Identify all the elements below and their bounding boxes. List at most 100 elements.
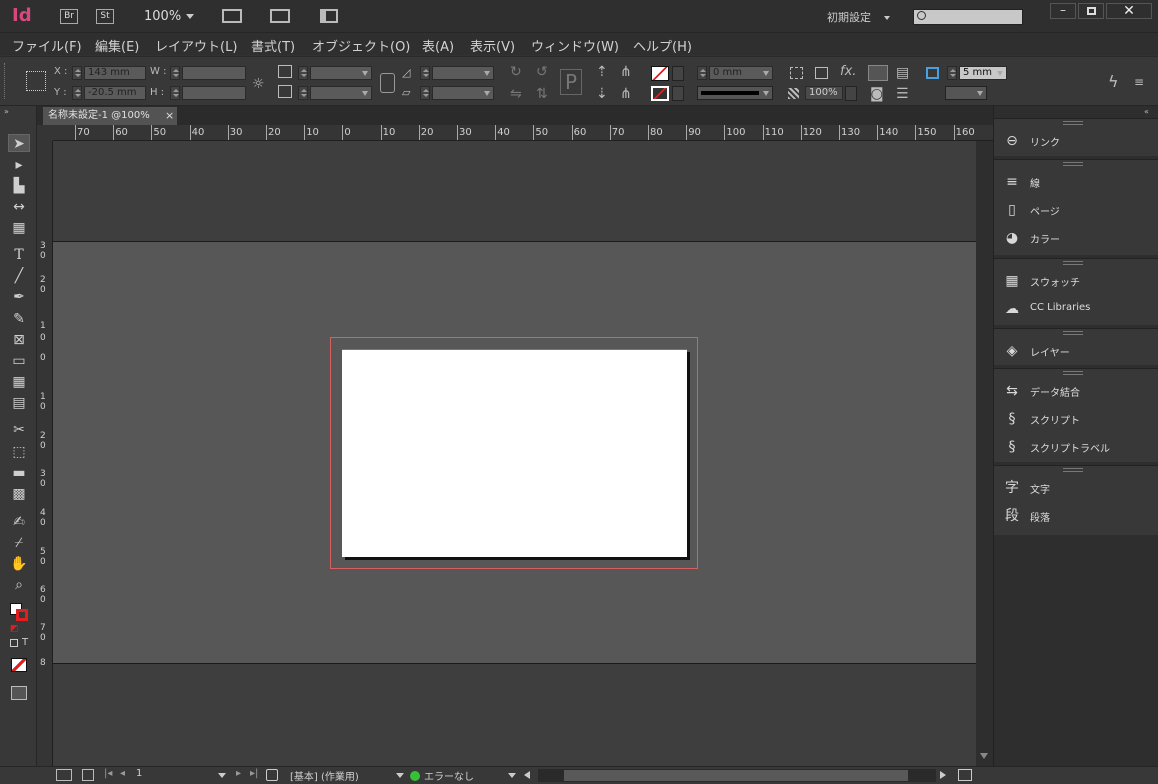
menu-view[interactable]: 表示(V) bbox=[470, 36, 515, 55]
scroll-left-icon[interactable] bbox=[524, 771, 530, 779]
text-wrap-jump-icon[interactable]: ☰ bbox=[896, 87, 909, 101]
open-page-icon[interactable] bbox=[82, 769, 94, 781]
select-container-icon[interactable]: ⇡ bbox=[596, 65, 608, 79]
screen-mode-normal-icon[interactable] bbox=[11, 686, 27, 700]
quick-apply-lightning-icon[interactable]: ϟ bbox=[1108, 74, 1119, 90]
x-position-field[interactable]: 143 mm bbox=[84, 66, 146, 80]
frame-fitting-icon[interactable] bbox=[815, 67, 828, 79]
rotate-cw-icon[interactable]: ↻ bbox=[510, 65, 522, 79]
corner-shape-dropdown[interactable] bbox=[945, 86, 987, 100]
grid-tool-icon[interactable]: ▤ bbox=[8, 394, 30, 412]
gap-tool-icon[interactable]: ↔ bbox=[8, 198, 30, 216]
panel-item-swatches[interactable]: ▦ スウォッチ bbox=[1002, 270, 1152, 292]
next-page-icon[interactable]: ▸ bbox=[236, 768, 241, 779]
w-stepper[interactable] bbox=[170, 66, 180, 80]
menu-edit[interactable]: 編集(E) bbox=[95, 36, 139, 55]
width-field[interactable] bbox=[182, 66, 246, 80]
link-proportions-icon[interactable] bbox=[380, 73, 395, 93]
view-options-icon[interactable] bbox=[222, 9, 242, 23]
hand-tool-icon[interactable]: ✋ bbox=[8, 555, 30, 573]
scale-x-field[interactable] bbox=[310, 66, 372, 80]
fill-stroke-swatch-icon[interactable] bbox=[10, 603, 28, 621]
vertical-scrollbar[interactable] bbox=[976, 141, 993, 766]
close-tab-icon[interactable]: × bbox=[165, 107, 174, 125]
fill-swatch-icon[interactable] bbox=[651, 66, 669, 81]
close-icon[interactable]: ✕ bbox=[1106, 3, 1152, 19]
menu-layout[interactable]: レイアウト(L) bbox=[155, 36, 237, 55]
rotate-ccw-icon[interactable]: ↺ bbox=[536, 65, 548, 79]
previous-page-icon[interactable]: ◂ bbox=[120, 768, 125, 779]
document-tab[interactable]: 名称未設定-1 @100% × bbox=[43, 107, 177, 125]
rectangle-frame-tool-icon[interactable]: ⊠ bbox=[8, 331, 30, 349]
preflight-menu-icon[interactable] bbox=[508, 773, 516, 778]
horizontal-scrollbar[interactable] bbox=[538, 769, 936, 782]
opacity-menu-arrow-icon[interactable] bbox=[845, 86, 857, 101]
scale-y-field[interactable] bbox=[310, 86, 372, 100]
preflight-dropdown-icon[interactable] bbox=[396, 773, 404, 778]
first-page-icon[interactable]: |◂ bbox=[104, 768, 112, 779]
menu-window[interactable]: ウィンドウ(W) bbox=[531, 36, 619, 55]
corner-options-icon[interactable] bbox=[926, 67, 939, 79]
page-view-icon[interactable] bbox=[266, 769, 278, 781]
panel-group-grip[interactable] bbox=[1063, 121, 1083, 125]
zoom-chevron-down-icon[interactable] bbox=[186, 14, 194, 19]
stroke-weight-field[interactable]: 0 mm bbox=[709, 66, 773, 80]
corner-size-stepper[interactable] bbox=[947, 66, 957, 80]
zoom-level-dropdown[interactable]: 100% bbox=[144, 9, 181, 24]
screen-mode-icon[interactable] bbox=[270, 9, 290, 23]
minimize-icon[interactable]: – bbox=[1050, 3, 1076, 19]
ruler-origin[interactable] bbox=[37, 125, 53, 141]
preflight-status-text[interactable]: エラーなし bbox=[424, 768, 474, 783]
arrange-documents-icon[interactable] bbox=[320, 9, 338, 23]
x-stepper[interactable] bbox=[72, 66, 82, 80]
select-content-icon[interactable]: ⇣ bbox=[596, 87, 608, 101]
bridge-button[interactable]: Br bbox=[60, 9, 78, 24]
split-window-icon[interactable] bbox=[958, 769, 972, 781]
preflight-profile[interactable]: [基本] (作業用) bbox=[290, 768, 359, 783]
stock-button[interactable]: St bbox=[96, 9, 114, 24]
menu-table[interactable]: 表(A) bbox=[422, 36, 454, 55]
select-previous-object-icon[interactable]: ⋔ bbox=[620, 65, 632, 79]
text-wrap-none-icon[interactable] bbox=[868, 65, 888, 81]
h-stepper[interactable] bbox=[170, 86, 180, 100]
effects-icon[interactable]: fx. bbox=[840, 65, 856, 79]
text-wrap-shape-icon[interactable]: ◙ bbox=[870, 87, 884, 101]
line-tool-icon[interactable]: ╱ bbox=[8, 267, 30, 285]
stroke-swatch-icon[interactable] bbox=[651, 86, 669, 101]
text-wrap-bounding-icon[interactable]: ▤ bbox=[896, 66, 909, 80]
collapse-tools-icon[interactable]: » bbox=[4, 107, 9, 116]
workspace-switcher[interactable]: 初期設定 bbox=[827, 9, 871, 25]
default-colors-icon[interactable]: ◩ bbox=[10, 624, 19, 634]
gradient-feather-tool-icon[interactable]: ▩ bbox=[8, 485, 30, 503]
page-number-dropdown-icon[interactable] bbox=[218, 773, 226, 778]
panel-item-layers[interactable]: ◈ レイヤー bbox=[1002, 340, 1152, 362]
panel-item-color[interactable]: ◕ カラー bbox=[1002, 227, 1152, 249]
last-page-icon[interactable]: ▸| bbox=[250, 768, 258, 779]
panel-item-script-label[interactable]: § スクリプトラベル bbox=[1002, 436, 1152, 458]
shear-angle-field[interactable] bbox=[432, 86, 494, 100]
panel-item-character[interactable]: 字文字 bbox=[1002, 477, 1152, 499]
panel-group-grip[interactable] bbox=[1063, 162, 1083, 166]
flip-horizontal-icon[interactable]: ⇋ bbox=[510, 87, 522, 101]
zoom-tool-icon[interactable]: ⌕ bbox=[8, 576, 30, 594]
panel-group-grip[interactable] bbox=[1063, 331, 1083, 335]
page-number-field[interactable]: 1 bbox=[136, 768, 142, 779]
document-page[interactable] bbox=[342, 349, 687, 557]
pasteboard[interactable] bbox=[53, 141, 976, 766]
panel-item-link[interactable]: ⊖ リンク bbox=[1002, 130, 1152, 152]
flip-vertical-icon[interactable]: ⇅ bbox=[536, 87, 548, 101]
y-position-field[interactable]: -20.5 mm bbox=[84, 86, 146, 100]
page-tool-icon[interactable]: ▙ bbox=[8, 177, 30, 195]
horizontal-ruler[interactable]: 70 60 50 40 30 20 10 0 10 20 30 40 50 60 70 80 90 100 110 1… bbox=[53, 125, 993, 141]
panel-item-scripts[interactable]: § スクリプト bbox=[1002, 408, 1152, 430]
panel-item-data-merge[interactable]: ⇆ データ結合 bbox=[1002, 380, 1152, 402]
panel-item-cc-libraries[interactable]: ☁ CC Libraries bbox=[1002, 298, 1152, 320]
formatting-text-icon[interactable]: T bbox=[22, 637, 28, 648]
rotate-angle-field[interactable] bbox=[432, 66, 494, 80]
rotate-stepper[interactable] bbox=[420, 66, 430, 80]
panel-group-grip[interactable] bbox=[1063, 261, 1083, 265]
panel-group-grip[interactable] bbox=[1063, 371, 1083, 375]
menu-object[interactable]: オブジェクト(O) bbox=[312, 36, 410, 55]
pencil-tool-icon[interactable]: ✎ bbox=[8, 310, 30, 328]
scale-x-stepper[interactable] bbox=[298, 66, 308, 80]
